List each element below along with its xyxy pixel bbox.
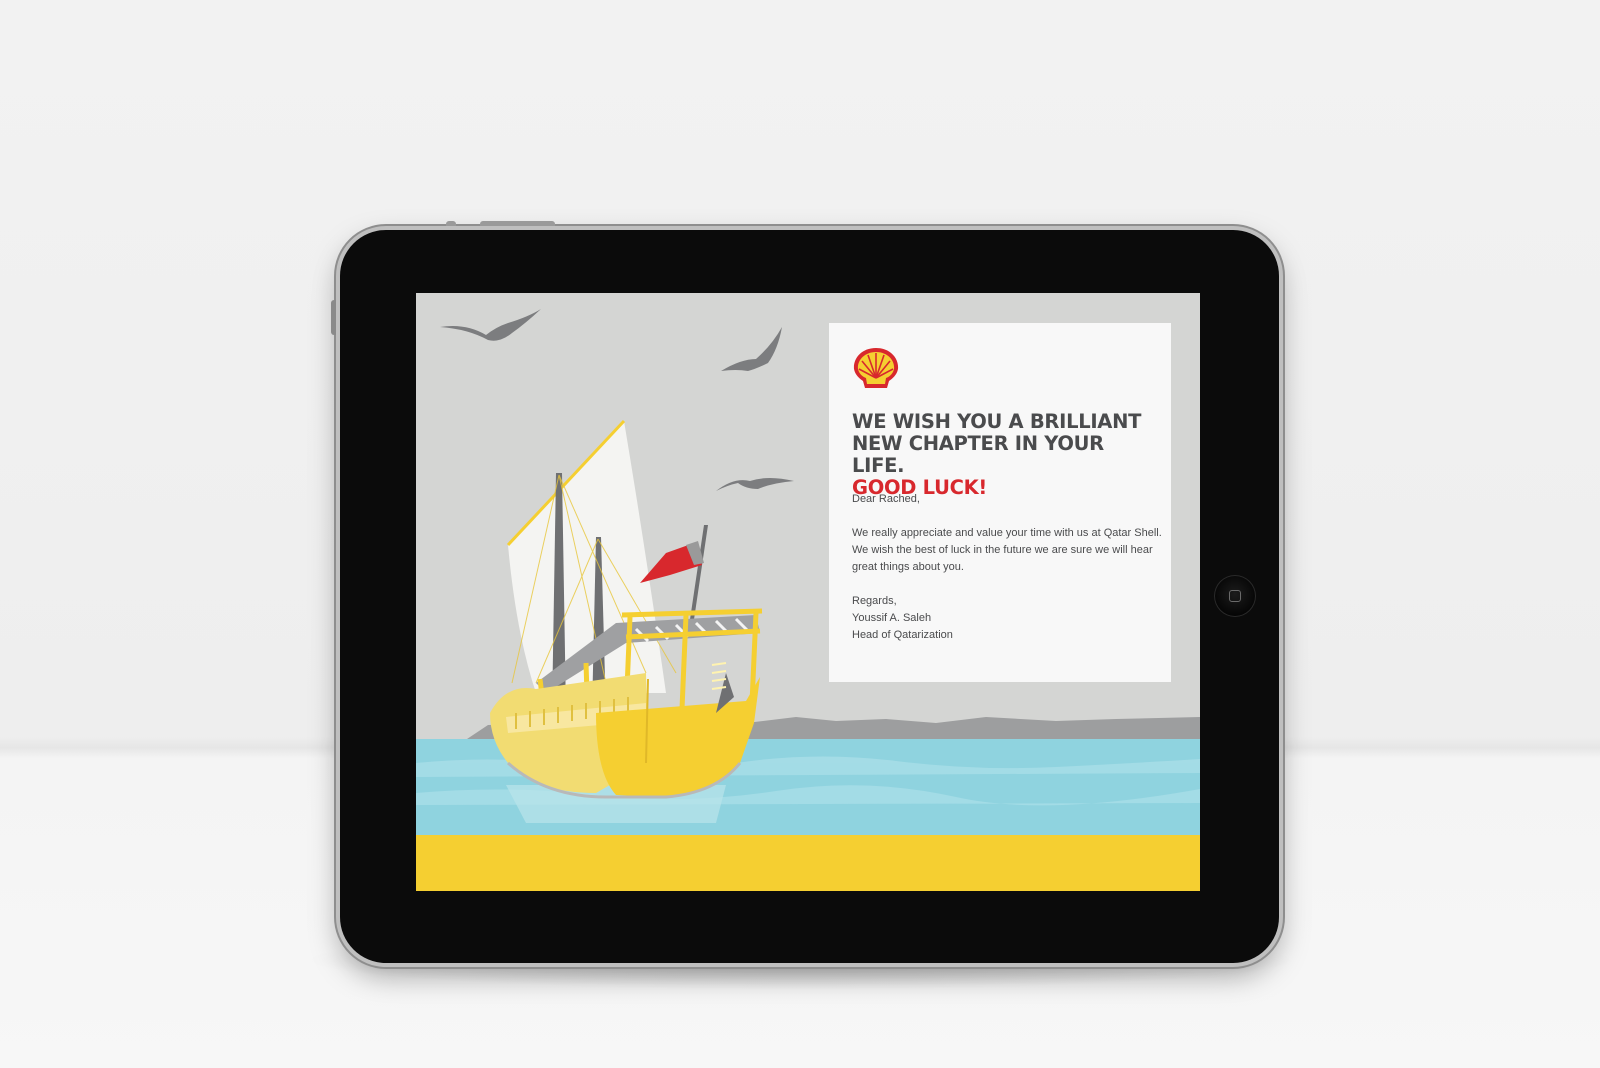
footer-band bbox=[416, 835, 1200, 891]
headline-line-2: NEW CHAPTER IN YOUR LIFE. bbox=[852, 432, 1104, 477]
home-button-icon[interactable] bbox=[1214, 575, 1256, 617]
headline: WE WISH YOU A BRILLIANT NEW CHAPTER IN Y… bbox=[852, 411, 1162, 499]
seagull-icon bbox=[721, 327, 782, 371]
message-text: We really appreciate and value your time… bbox=[852, 527, 1162, 573]
seagull-icon bbox=[440, 309, 541, 341]
power-button bbox=[480, 221, 555, 226]
greeting-text: Dear Rached, bbox=[852, 493, 920, 505]
message-body: Dear Rached, We really appreciate and va… bbox=[852, 491, 1162, 644]
signatory-title: Head of Qatarization bbox=[852, 629, 953, 641]
home-square-glyph bbox=[1229, 590, 1241, 602]
greeting-card: WE WISH YOU A BRILLIANT NEW CHAPTER IN Y… bbox=[829, 323, 1171, 682]
volume-button bbox=[446, 221, 456, 226]
side-switch bbox=[331, 300, 336, 335]
closing-text: Regards, bbox=[852, 595, 897, 607]
seagull-icon bbox=[716, 478, 794, 491]
tablet-device: WE WISH YOU A BRILLIANT NEW CHAPTER IN Y… bbox=[331, 221, 1279, 963]
shell-logo-icon bbox=[853, 348, 899, 388]
app-screen: WE WISH YOU A BRILLIANT NEW CHAPTER IN Y… bbox=[416, 293, 1200, 891]
headline-line-1: WE WISH YOU A BRILLIANT bbox=[852, 410, 1142, 433]
signatory-name: Youssif A. Saleh bbox=[852, 612, 932, 624]
